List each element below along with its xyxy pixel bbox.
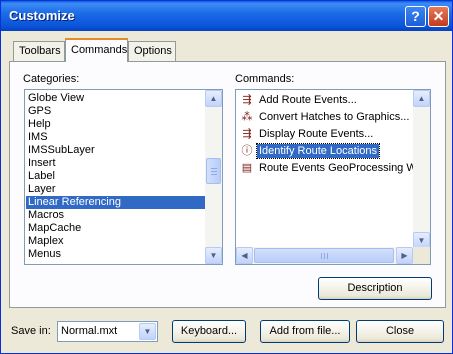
scroll-up-button[interactable]: ▲ (205, 90, 222, 107)
command-label: Route Events GeoProcessing Wizard (259, 162, 431, 174)
chevron-left-icon: ◀ (241, 251, 248, 260)
chevron-up-icon: ▲ (209, 94, 218, 103)
category-item[interactable]: IMS (26, 131, 205, 144)
save-in-dropdown[interactable]: Normal.mxt ▼ (57, 321, 158, 342)
scroll-right-button[interactable]: ▶ (396, 247, 413, 264)
category-item[interactable]: Linear Referencing (26, 196, 205, 209)
geoprocessing-wizard-icon: ▤ (241, 162, 253, 174)
command-label: Convert Hatches to Graphics... (259, 111, 410, 123)
tab-commands[interactable]: Commands (65, 38, 128, 62)
command-label: Identify Route Locations (255, 143, 381, 159)
commands-tab-panel: Categories: Commands: Globe View GPS Help I… (9, 61, 446, 308)
close-button[interactable]: Close (356, 320, 444, 343)
command-item[interactable]: ⓘ Identify Route Locations (238, 143, 415, 159)
category-item[interactable]: MapCache (26, 222, 205, 235)
chevron-up-icon: ▲ (417, 94, 426, 103)
commands-list[interactable]: ⇶ Add Route Events... ⁂ Convert Hatches to … (235, 89, 431, 265)
help-button[interactable]: ? (405, 6, 426, 27)
chevron-down-icon: ▼ (209, 251, 218, 260)
scroll-up-button[interactable]: ▲ (413, 90, 430, 107)
command-item[interactable]: ⇶ Display Route Events... (238, 126, 415, 142)
tab-options[interactable]: Options (128, 41, 176, 61)
keyboard-button[interactable]: Keyboard... (172, 320, 246, 343)
category-item[interactable]: GPS (26, 105, 205, 118)
add-route-events-icon: ⇶ (242, 94, 252, 106)
categories-label: Categories: (23, 73, 80, 85)
close-icon: ✕ (432, 8, 445, 24)
scroll-left-button[interactable]: ◀ (236, 247, 253, 264)
title-bar[interactable]: Customize ? ✕ (1, 1, 452, 31)
convert-hatches-icon: ⁂ (241, 111, 253, 123)
command-item[interactable]: ⇶ Add Route Events... (238, 92, 415, 108)
scroll-corner (413, 247, 430, 264)
command-label: Display Route Events... (259, 128, 374, 140)
category-item[interactable]: Globe View (26, 92, 205, 105)
display-route-events-icon: ⇶ (242, 128, 252, 140)
tab-toolbars[interactable]: Toolbars (13, 41, 65, 61)
category-item[interactable]: Insert (26, 157, 205, 170)
chevron-down-icon: ▼ (417, 236, 426, 245)
chevron-down-icon: ▼ (143, 327, 152, 336)
category-item[interactable]: Maplex (26, 235, 205, 248)
description-button[interactable]: Description (318, 277, 432, 300)
save-in-value: Normal.mxt (61, 325, 118, 337)
add-from-file-button[interactable]: Add from file... (260, 320, 350, 343)
category-item[interactable]: Menus (26, 248, 205, 261)
window-title: Customize (9, 8, 75, 23)
category-item[interactable]: Label (26, 170, 205, 183)
scroll-down-button[interactable]: ▼ (205, 247, 222, 264)
chevron-right-icon: ▶ (401, 251, 408, 260)
customize-dialog: Customize ? ✕ Toolbars Commands Options … (0, 0, 453, 354)
command-item[interactable]: ▤ Route Events GeoProcessing Wizard (238, 160, 430, 176)
command-item[interactable]: ⁂ Convert Hatches to Graphics... (238, 109, 415, 125)
save-in-label: Save in: (11, 325, 51, 337)
category-item[interactable]: Macros (26, 209, 205, 222)
commands-hscrollbar[interactable]: ◀ ▶ (236, 247, 413, 264)
close-window-button[interactable]: ✕ (428, 6, 449, 27)
category-item[interactable]: Layer (26, 183, 205, 196)
category-item[interactable]: Help (26, 118, 205, 131)
categories-list[interactable]: Globe View GPS Help IMS IMSSubLayer Insert Lab… (24, 89, 223, 265)
command-label: Add Route Events... (259, 94, 357, 106)
hscroll-thumb[interactable] (254, 248, 394, 263)
categories-scrollbar[interactable]: ▲ ▼ (205, 90, 222, 264)
identify-route-icon: ⓘ (241, 145, 253, 157)
commands-vscrollbar[interactable]: ▲ ▼ (413, 90, 430, 249)
question-icon: ? (411, 8, 420, 24)
category-item[interactable]: IMSSubLayer (26, 144, 205, 157)
dropdown-arrow[interactable]: ▼ (139, 323, 156, 340)
scroll-thumb[interactable] (206, 158, 221, 184)
commands-label: Commands: (235, 73, 295, 85)
